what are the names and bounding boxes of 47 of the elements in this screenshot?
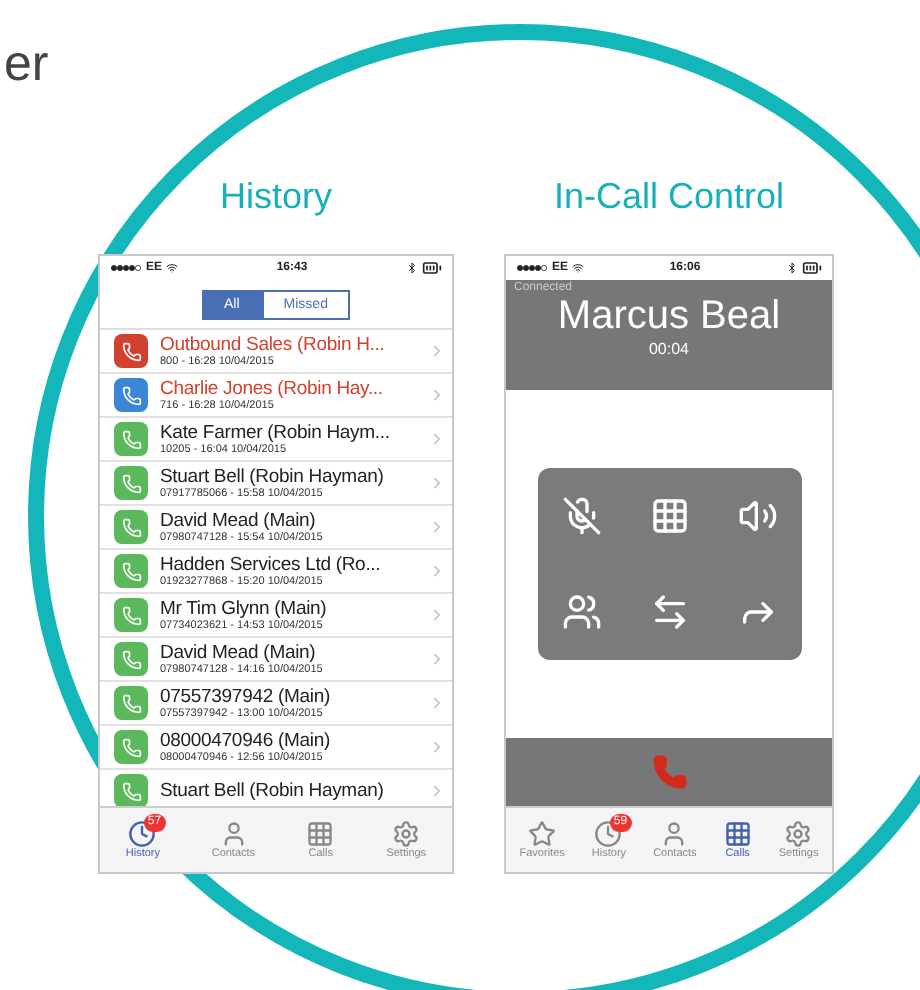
heading-text: er <box>2 34 51 96</box>
screen-label: In-Call Control <box>553 176 785 220</box>
gear-icon <box>784 820 813 848</box>
battery-icon <box>422 258 442 278</box>
chevron-icon <box>428 474 446 492</box>
call-duration: 00:04 <box>648 340 690 358</box>
signal-icon <box>516 264 548 272</box>
call-name[interactable]: David Mead (Main) <box>160 510 428 532</box>
chevron-icon <box>428 738 446 756</box>
chevron-icon <box>428 694 446 712</box>
wifi-icon <box>166 262 179 274</box>
screen-label: History <box>219 176 332 220</box>
battery-icon <box>802 258 822 278</box>
chevron-icon <box>428 606 446 624</box>
call-name[interactable]: Outbound Sales (Robin H... <box>160 334 428 356</box>
call-name[interactable]: Kate Farmer (Robin Haym... <box>160 422 428 444</box>
speaker-icon[interactable] <box>737 496 777 536</box>
chevron-icon <box>428 430 446 448</box>
chevron-icon <box>428 650 446 668</box>
signal-icon <box>110 264 142 272</box>
gear-icon <box>392 820 421 848</box>
people-icon[interactable] <box>561 592 601 632</box>
keypad-icon[interactable] <box>649 496 689 536</box>
chevron-icon <box>428 386 446 404</box>
bluetooth-icon <box>786 262 798 274</box>
call-name[interactable]: 08000470946 (Main) <box>160 730 428 752</box>
call-name[interactable]: Mr Tim Glynn (Main) <box>160 598 428 620</box>
person-icon <box>219 820 248 848</box>
chevron-icon <box>428 562 446 580</box>
star-icon <box>528 820 557 848</box>
call-name[interactable]: 07557397942 (Main) <box>160 686 428 708</box>
bluetooth-icon <box>406 262 418 274</box>
grid-icon <box>723 820 752 848</box>
call-name[interactable]: Stuart Bell (Robin Hayman) <box>160 780 428 802</box>
wifi-icon <box>572 262 585 274</box>
call-name[interactable]: Hadden Services Ltd (Ro... <box>160 554 428 576</box>
person-icon <box>660 820 689 848</box>
call-name[interactable]: Stuart Bell (Robin Hayman) <box>160 466 428 488</box>
grid-icon <box>306 820 335 848</box>
chevron-icon <box>428 518 446 536</box>
caller-name: Marcus Beal <box>557 294 781 340</box>
chevron-icon <box>428 782 446 800</box>
chevron-icon <box>428 342 446 360</box>
arrows-icon[interactable] <box>649 592 689 632</box>
call-name[interactable]: Charlie Jones (Robin Hay... <box>160 378 428 400</box>
crossed-mic-icon[interactable] <box>561 496 601 536</box>
call-name[interactable]: David Mead (Main) <box>160 642 428 664</box>
